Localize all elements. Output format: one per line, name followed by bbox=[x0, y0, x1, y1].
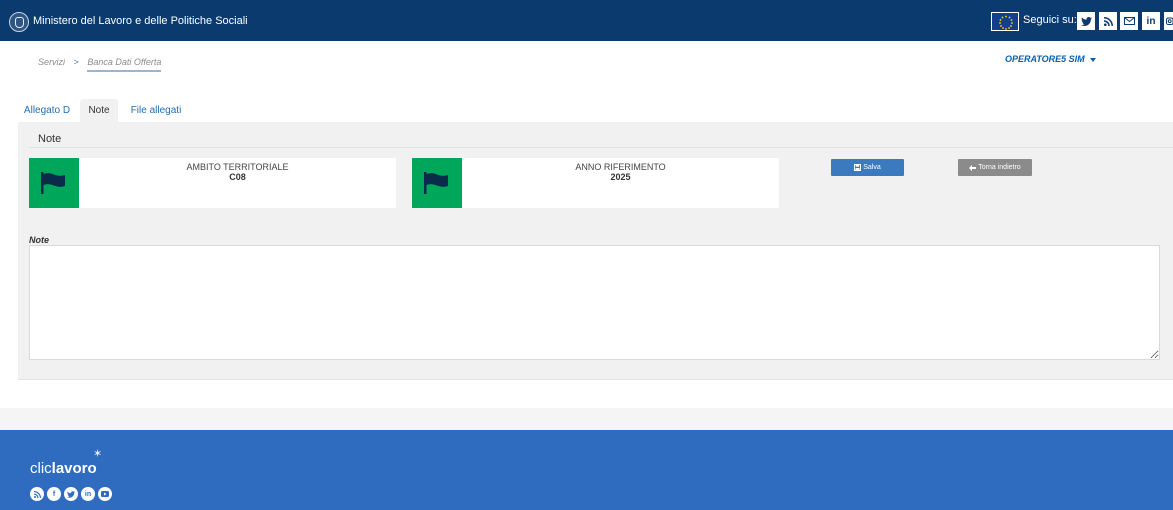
twitter-icon[interactable] bbox=[1077, 12, 1095, 30]
eu-flag-icon bbox=[991, 12, 1019, 31]
anno-label: ANNO RIFERIMENTO bbox=[575, 162, 666, 172]
note-textarea[interactable] bbox=[29, 245, 1160, 360]
ambito-value: C08 bbox=[229, 172, 246, 182]
flag-icon bbox=[412, 158, 462, 208]
note-field-label: Note bbox=[29, 235, 49, 245]
ministry-title[interactable]: Ministero del Lavoro e delle Politiche S… bbox=[33, 15, 248, 27]
flag-icon bbox=[29, 158, 79, 208]
mail-icon[interactable] bbox=[1120, 12, 1138, 30]
follow-label: Seguici su: bbox=[1023, 14, 1077, 26]
instagram-icon[interactable] bbox=[1164, 12, 1173, 30]
save-button-label: Salva bbox=[863, 164, 881, 171]
floppy-disk-icon bbox=[854, 164, 862, 171]
footer-social-icons: f in bbox=[30, 487, 112, 501]
twitter-icon[interactable] bbox=[64, 487, 78, 501]
note-panel: Note AMBITO TERRITORIALE C08 ANNO RIFERI… bbox=[18, 122, 1173, 380]
facebook-icon[interactable]: f bbox=[47, 487, 61, 501]
arrow-left-icon bbox=[969, 164, 977, 171]
tab-note[interactable]: Note bbox=[80, 99, 118, 122]
youtube-icon[interactable] bbox=[98, 487, 112, 501]
breadcrumb: Servizi > Banca Dati Offerta bbox=[38, 57, 162, 72]
ambito-territoriale-box: AMBITO TERRITORIALE C08 bbox=[29, 158, 396, 208]
back-button[interactable]: Torna indietro bbox=[958, 159, 1032, 176]
rss-icon[interactable] bbox=[1099, 12, 1117, 30]
tab-file-allegati[interactable]: File allegati bbox=[126, 99, 186, 122]
footer: cliclavoro ✶ f in bbox=[0, 430, 1173, 510]
user-menu[interactable]: OPERATORE5 SIM bbox=[1005, 54, 1096, 64]
anno-value: 2025 bbox=[610, 172, 631, 182]
caret-down-icon bbox=[1089, 57, 1096, 62]
rss-icon[interactable] bbox=[30, 487, 44, 501]
sparkle-icon: ✶ bbox=[93, 448, 103, 460]
ambito-label: AMBITO TERRITORIALE bbox=[186, 162, 289, 172]
logo-text-bold: lavoro bbox=[51, 460, 97, 477]
linkedin-icon[interactable]: in bbox=[1142, 12, 1160, 30]
breadcrumb-item-banca-dati-offerta[interactable]: Banca Dati Offerta bbox=[87, 57, 162, 72]
logo-text-light: clic bbox=[30, 460, 52, 477]
back-button-label: Torna indietro bbox=[978, 164, 1021, 171]
panel-divider bbox=[29, 147, 1173, 148]
anno-riferimento-box: ANNO RIFERIMENTO 2025 bbox=[412, 158, 779, 208]
cliclavoro-logo[interactable]: cliclavoro ✶ bbox=[30, 448, 102, 477]
linkedin-icon[interactable]: in bbox=[81, 487, 95, 501]
save-button[interactable]: Salva bbox=[831, 159, 904, 176]
breadcrumb-separator: > bbox=[73, 57, 79, 67]
footer-separator-band bbox=[0, 408, 1173, 430]
tab-allegato-d[interactable]: Allegato D bbox=[18, 99, 76, 122]
panel-heading: Note bbox=[38, 133, 62, 145]
user-name: OPERATORE5 SIM bbox=[1005, 54, 1085, 64]
breadcrumb-item-servizi[interactable]: Servizi bbox=[38, 57, 65, 67]
top-header: Ministero del Lavoro e delle Politiche S… bbox=[0, 0, 1173, 41]
republic-emblem-icon bbox=[9, 12, 29, 32]
